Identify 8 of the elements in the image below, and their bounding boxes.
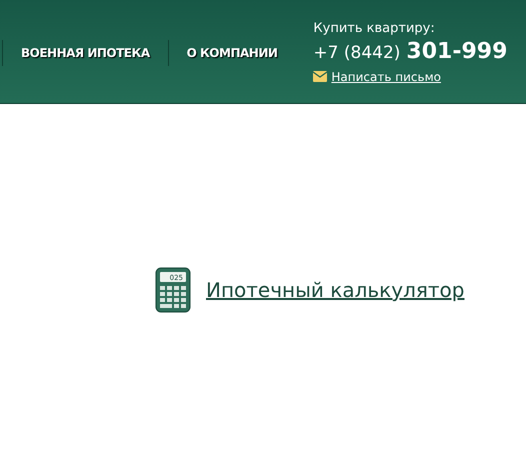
calculator-link[interactable]: Ипотечный калькулятор [206,275,464,305]
phone-number: 301-999 [406,38,508,64]
email-link[interactable]: Написать письмо [331,68,441,86]
phone-code: +7 (8442) [313,42,400,64]
nav-link[interactable]: О КОМПАНИИ [186,44,278,62]
envelope-icon [313,71,328,82]
contact-caption: Купить квартиру: [313,20,436,38]
nav-link[interactable]: ВОЕННАЯ ИПОТЕКА [21,44,150,62]
